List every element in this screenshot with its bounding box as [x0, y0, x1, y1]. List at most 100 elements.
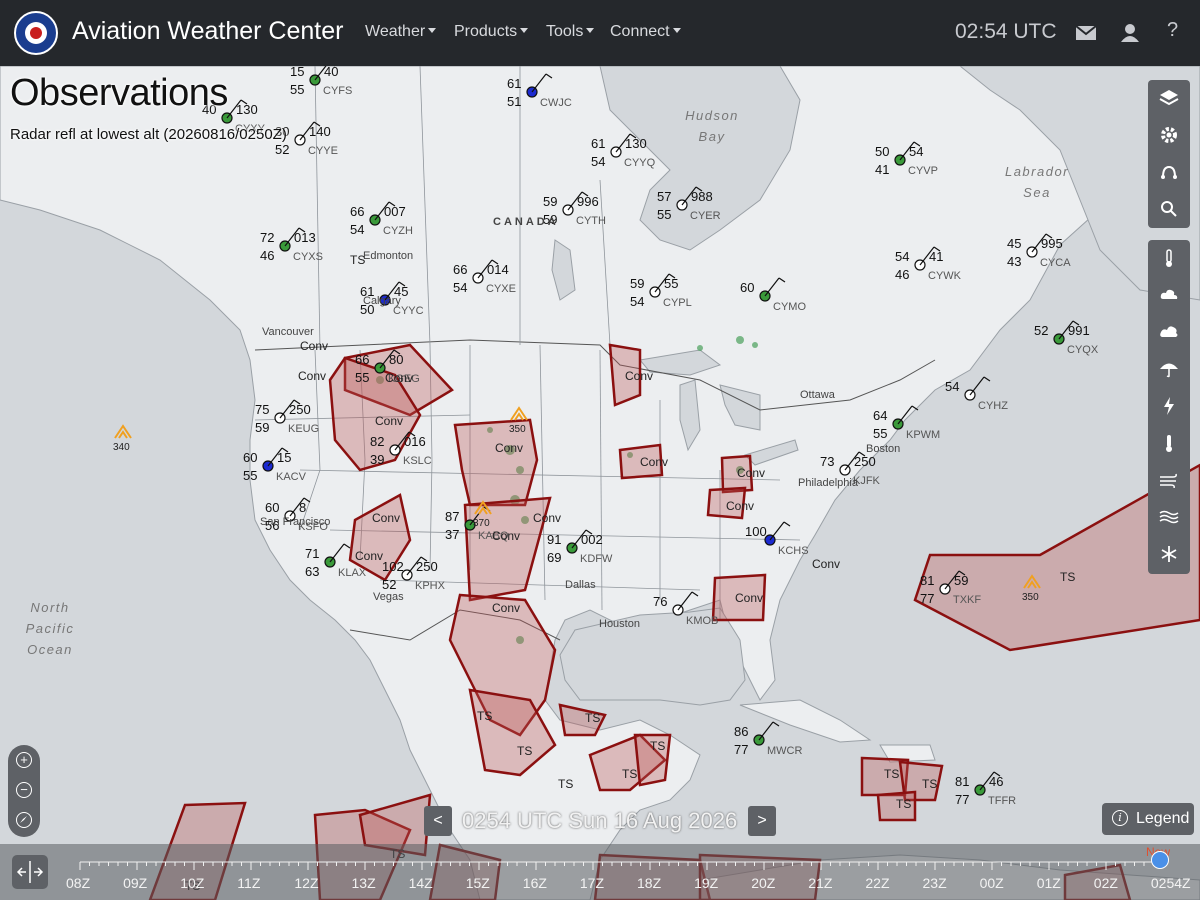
timeline-hour-label[interactable]: 18Z — [637, 875, 661, 891]
station-temp: 52 — [1034, 323, 1048, 338]
station-pressure: 250 — [289, 402, 311, 417]
timeline-hour-label[interactable]: 15Z — [466, 875, 490, 891]
temperature-icon[interactable] — [1148, 240, 1190, 276]
timeline-bar[interactable] — [0, 844, 1200, 900]
mail-icon[interactable] — [1075, 22, 1097, 49]
hazard-label: Conv — [300, 339, 328, 353]
timeline-hour-label[interactable]: 10Z — [180, 875, 204, 891]
station-id: CYWK — [928, 270, 962, 282]
hazard-label: Conv — [385, 371, 413, 385]
nav-products-menu[interactable]: Products — [454, 23, 529, 41]
prev-time-button[interactable]: < — [424, 806, 452, 836]
lightning-icon[interactable] — [1148, 388, 1190, 424]
ocean-label: North — [30, 600, 69, 615]
timeline-hour-label[interactable]: 08Z — [66, 875, 90, 891]
station-dewpoint: 77 — [920, 591, 934, 606]
station-id: CYVP — [908, 165, 938, 177]
thermometer-icon[interactable] — [1148, 425, 1190, 461]
station-temp: 61 — [507, 76, 521, 91]
chevron-down-icon — [428, 28, 437, 33]
info-icon: i — [1112, 810, 1128, 826]
station-pressure: 250 — [854, 454, 876, 469]
hazard-label: Conv — [492, 529, 520, 543]
station-id: CYYQ — [624, 157, 656, 169]
ocean-label: Hudson — [685, 108, 739, 123]
help-icon[interactable]: ? — [1167, 19, 1178, 42]
legend-button[interactable]: i Legend — [1102, 803, 1194, 835]
timeline-hour-label[interactable]: 09Z — [123, 875, 147, 891]
station-temp: 60 — [265, 500, 279, 515]
gear-icon[interactable] — [1148, 117, 1190, 153]
timeline-hour-label[interactable]: 13Z — [352, 875, 376, 891]
ocean-label: Labrador — [1005, 164, 1069, 179]
timeline-hour-label[interactable]: 21Z — [808, 875, 832, 891]
station-dewpoint: 55 — [657, 207, 671, 222]
timeline-hour-label[interactable]: 19Z — [694, 875, 718, 891]
noaa-logo[interactable] — [14, 11, 58, 55]
timeline-expand-button[interactable] — [12, 855, 48, 889]
timeline-hour-label[interactable]: 22Z — [865, 875, 889, 891]
umbrella-icon[interactable] — [1148, 351, 1190, 387]
station-id: KDFW — [580, 553, 613, 565]
hazard-label: Conv — [298, 369, 326, 383]
hazard-label: TS — [650, 739, 665, 753]
hazard-label: Conv — [495, 441, 523, 455]
timeline-handle[interactable] — [1151, 851, 1169, 869]
next-time-button[interactable]: > — [748, 806, 776, 836]
station-temp: 54 — [895, 249, 909, 264]
place-label: Calgary — [363, 295, 401, 307]
station-pressure: 014 — [487, 262, 509, 277]
route-icon[interactable] — [1148, 154, 1190, 190]
station-id: CWJC — [540, 97, 572, 109]
timeline-hour-label[interactable]: 00Z — [980, 875, 1004, 891]
station-pressure: 80 — [389, 352, 403, 367]
cloud-icon[interactable] — [1148, 277, 1190, 313]
search-icon[interactable] — [1148, 191, 1190, 227]
timeline-hour-label[interactable]: 20Z — [751, 875, 775, 891]
timeline-hour-label[interactable]: 16Z — [523, 875, 547, 891]
nav-connect-menu[interactable]: Connect — [610, 23, 681, 41]
layers-icon[interactable] — [1148, 80, 1190, 116]
zoom-out-icon[interactable]: − — [16, 782, 32, 798]
weather-map[interactable]: 15 55 40 CYFS 40 130 CYXY 30 52 140 CYYE 61 51 CWJC 61… — [0, 66, 1200, 900]
layer-toggle-panel — [1148, 240, 1190, 574]
place-label: Vancouver — [262, 326, 314, 338]
hazard-label: TS — [477, 709, 492, 723]
place-label: Philadelphia — [798, 477, 859, 489]
hazard-label: Conv — [640, 455, 668, 469]
compass-icon[interactable] — [16, 812, 32, 828]
timeline-hour-label[interactable]: 0254Z — [1151, 875, 1191, 891]
place-label: San Francisco — [260, 516, 330, 528]
site-title[interactable]: Aviation Weather Center — [72, 17, 343, 46]
timeline-hour-label[interactable]: 11Z — [237, 875, 260, 891]
overcast-icon[interactable] — [1148, 314, 1190, 350]
station-temp: 57 — [657, 189, 671, 204]
station-id: TXKF — [953, 594, 981, 606]
product-subtitle: Radar refl at lowest alt (20260816/0250Z… — [10, 126, 287, 143]
nav-weather-menu[interactable]: Weather — [365, 23, 437, 41]
cloud-top-value: 370 — [473, 518, 490, 529]
cloud-top-value: 350 — [1022, 592, 1039, 603]
timeline-hour-label[interactable]: 01Z — [1037, 875, 1061, 891]
station-temp: 91 — [547, 532, 561, 547]
hazard-label: Conv — [735, 591, 763, 605]
place-label: Ottawa — [800, 389, 836, 401]
user-icon[interactable] — [1120, 22, 1140, 49]
timeline-hour-label[interactable]: 17Z — [580, 875, 604, 891]
chevron-down-icon — [520, 28, 529, 33]
timeline-hour-label[interactable]: 02Z — [1094, 875, 1118, 891]
hazard-label: Conv — [375, 414, 403, 428]
zoom-controls: + − — [8, 745, 40, 837]
hazard-label: TS — [1060, 570, 1075, 584]
wind-icon[interactable] — [1148, 462, 1190, 498]
nav-tools-menu[interactable]: Tools — [546, 23, 595, 41]
timeline-hour-label[interactable]: 12Z — [294, 875, 318, 891]
zoom-in-icon[interactable]: + — [16, 752, 32, 768]
ocean-label: Sea — [1023, 185, 1051, 200]
timeline-hour-label[interactable]: 14Z — [409, 875, 433, 891]
turbulence-icon[interactable] — [1148, 499, 1190, 535]
station-temp: 59 — [543, 194, 557, 209]
timeline-hour-label[interactable]: 23Z — [923, 875, 947, 891]
snowflake-icon[interactable] — [1148, 536, 1190, 572]
station-id: KLAX — [338, 567, 367, 579]
